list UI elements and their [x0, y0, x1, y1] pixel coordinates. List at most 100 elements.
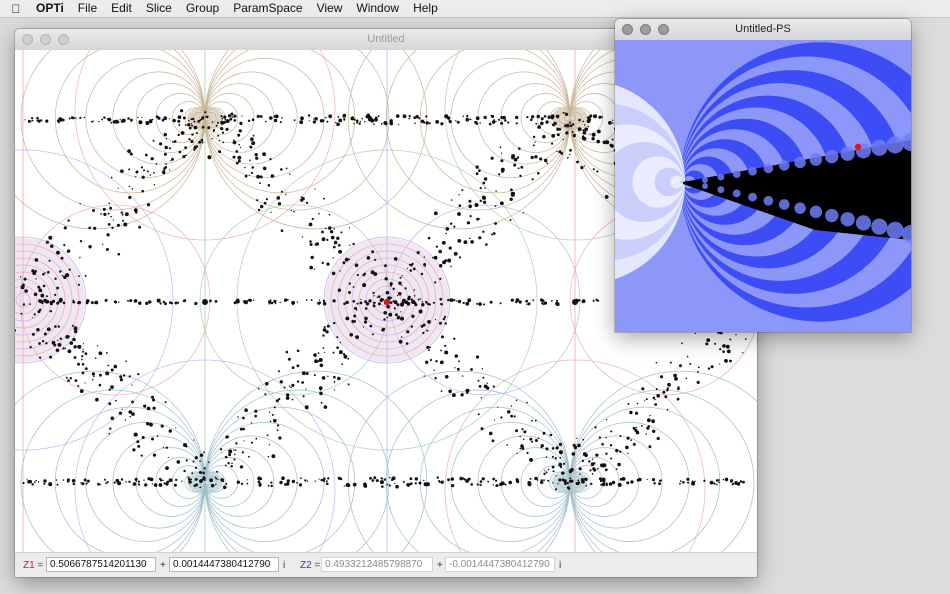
close-icon[interactable]: [22, 34, 33, 45]
dust-dot: [589, 114, 593, 118]
dust-dot: [151, 118, 154, 121]
minimize-icon[interactable]: [640, 24, 651, 35]
dust-dot: [569, 121, 571, 124]
dust-dot: [547, 115, 551, 119]
dust-dot: [427, 320, 431, 324]
ps-scallop: [886, 136, 904, 154]
dust-dot: [120, 169, 124, 173]
dust-dot: [686, 477, 690, 481]
dust-dot: [198, 140, 202, 144]
menu-paramspace[interactable]: ParamSpace: [226, 0, 309, 17]
dust-dot: [360, 298, 362, 301]
dust-dot: [383, 318, 386, 321]
dust-dot: [492, 477, 496, 481]
dust-dot: [326, 262, 330, 266]
menu-view[interactable]: View: [310, 0, 350, 17]
dust-dot: [414, 482, 417, 485]
dust-dot: [425, 115, 428, 118]
dust-dot: [49, 355, 53, 359]
dust-dot: [304, 405, 309, 410]
dust-dot: [309, 265, 314, 270]
menu-app-name[interactable]: OPTi: [32, 0, 71, 17]
z1-imag-field[interactable]: 0.0014447380412790: [169, 557, 279, 572]
dust-dot: [242, 416, 245, 420]
dust-dot: [199, 453, 204, 457]
dust-dot: [37, 481, 40, 483]
dust-dot: [423, 482, 428, 487]
dust-dot: [317, 352, 320, 354]
menu-file[interactable]: File: [71, 0, 104, 17]
menu-edit[interactable]: Edit: [104, 0, 139, 17]
dust-dot: [153, 483, 158, 487]
dust-dot: [56, 286, 59, 290]
dust-dot: [719, 331, 723, 335]
apple-logo-icon[interactable]: : [0, 2, 32, 16]
dust-dot: [308, 120, 310, 122]
dust-dot: [314, 480, 316, 482]
close-icon[interactable]: [622, 24, 633, 35]
ps-scallop: [871, 139, 888, 156]
minimize-icon[interactable]: [40, 34, 51, 45]
dust-dot: [42, 284, 46, 288]
dust-dot: [655, 388, 658, 391]
dust-dot: [128, 185, 131, 188]
z2-imag-field[interactable]: -0.0014447380412790: [445, 557, 555, 572]
dust-dot: [257, 208, 261, 212]
dust-dot: [716, 483, 718, 486]
dust-dot: [323, 405, 328, 409]
dust-dot: [110, 385, 114, 389]
ps-scallop: [809, 205, 823, 219]
dust-dot: [485, 243, 488, 246]
dust-dot: [193, 148, 196, 151]
dust-dot: [400, 311, 402, 313]
ps-window-titlebar[interactable]: Untitled-PS: [615, 19, 911, 41]
dust-dot: [474, 203, 479, 207]
dust-dot: [202, 116, 205, 118]
dust-dot: [81, 482, 85, 486]
dust-dot: [31, 269, 35, 273]
zoom-icon[interactable]: [658, 24, 669, 35]
dust-dot: [128, 480, 131, 483]
menu-group[interactable]: Group: [179, 0, 226, 17]
menu-slice[interactable]: Slice: [139, 0, 179, 17]
dust-dot: [609, 121, 612, 124]
dust-dot: [463, 240, 468, 245]
dust-dot: [482, 181, 486, 185]
dust-dot: [515, 115, 519, 120]
dust-dot: [489, 300, 493, 304]
dust-dot: [273, 299, 277, 303]
dust-dot: [100, 484, 102, 486]
menu-help[interactable]: Help: [406, 0, 445, 17]
param-space-canvas[interactable]: [615, 40, 911, 332]
dust-dot: [564, 112, 569, 116]
z1-real-field[interactable]: 0.5066787514201130: [46, 557, 156, 572]
menu-window[interactable]: Window: [349, 0, 406, 17]
dust-dot: [267, 484, 270, 487]
ps-scallop: [825, 208, 839, 223]
dust-dot: [290, 386, 292, 389]
dust-dot: [259, 175, 263, 179]
dust-dot: [410, 298, 413, 301]
dust-dot: [222, 480, 225, 483]
dust-dot: [215, 483, 217, 485]
dust-dot: [337, 116, 340, 118]
z2-real-field[interactable]: 0.4933212485798870: [321, 557, 433, 572]
dust-dot: [299, 484, 301, 486]
dust-dot: [477, 413, 480, 416]
dust-dot: [95, 397, 99, 402]
dust-dot: [478, 385, 482, 388]
dust-dot: [322, 328, 327, 332]
dust-dot: [724, 477, 729, 482]
dust-dot: [500, 167, 505, 172]
dust-dot: [582, 438, 585, 441]
dust-dot: [128, 375, 131, 378]
dust-dot: [433, 255, 438, 260]
zoom-icon[interactable]: [58, 34, 69, 45]
dust-dot: [159, 479, 163, 482]
coordinate-bar: Z1 = 0.5066787514201130 + 0.001444738041…: [15, 552, 757, 577]
dust-dot: [59, 337, 62, 340]
dust-dot: [345, 300, 349, 305]
dust-dot: [98, 120, 100, 123]
dust-dot: [249, 145, 253, 149]
dust-dot: [43, 332, 47, 336]
